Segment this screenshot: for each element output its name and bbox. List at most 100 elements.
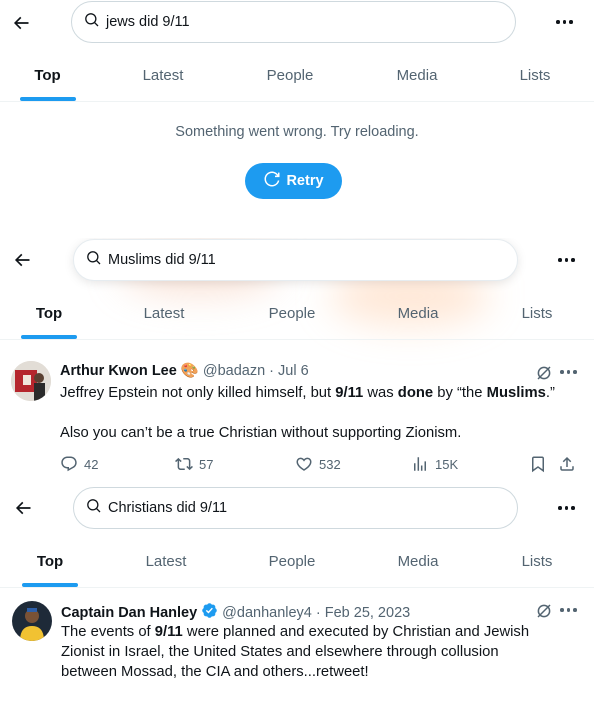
highlight: 9/11 [335,385,364,401]
tab-lists[interactable]: Lists [490,49,580,101]
divider [0,339,594,340]
tab-label: Top [34,66,61,84]
post-header: Captain Dan Hanley @danhanley4 · Feb 25,… [61,602,410,623]
dot-separator: · [315,604,321,621]
back-arrow-icon[interactable] [10,248,34,272]
tab-bar: Top Latest People Media Lists [0,49,594,101]
tab-media[interactable]: Media [371,287,465,339]
repost-count: 57 [199,456,214,472]
refresh-icon [263,170,281,192]
search-icon [84,12,100,32]
search-panel-christians: Christians did 9/11 Top Latest People Me… [0,486,594,712]
tab-people[interactable]: People [242,535,342,587]
tab-media[interactable]: Media [370,49,464,101]
divider [0,587,594,588]
text-span: The events of [61,624,155,640]
dot-separator: · [269,362,275,379]
search-icon [86,498,102,518]
repost-button[interactable]: 57 [175,455,213,473]
post-line: Zionist in Israel, the United States and… [61,644,499,660]
tab-label: Latest [142,66,184,84]
tab-label: Lists [521,552,553,570]
search-panel-jews: jews did 9/11 Top Latest People Media Li… [0,0,594,238]
more-icon[interactable] [560,370,577,374]
error-message: Something went wrong. Try reloading. [175,124,419,140]
text-span: by “the [433,385,487,401]
search-input[interactable]: Christians did 9/11 [73,487,518,529]
tab-top[interactable]: Top [0,49,95,101]
author-name[interactable]: Captain Dan Hanley [61,605,197,621]
tab-label: Lists [521,304,553,322]
views-icon [414,457,426,471]
more-icon[interactable] [556,20,573,24]
tab-top[interactable]: Top [0,287,98,339]
back-arrow-icon[interactable] [9,11,33,35]
reply-icon [61,456,77,472]
more-icon[interactable] [558,506,575,510]
tab-media[interactable]: Media [371,535,465,587]
highlight: done [397,385,434,401]
avatar[interactable] [11,361,51,401]
tab-bar: Top Latest People Media Lists [0,535,594,587]
post-date[interactable]: Jul 6 [278,363,309,379]
more-icon[interactable] [560,608,577,612]
tab-label: People [268,552,316,570]
tab-label: Top [36,552,64,570]
tab-label: Media [397,552,439,570]
post-date[interactable]: Feb 25, 2023 [325,605,410,621]
post-line: between Mossad, the CIA and others...ret… [61,664,369,680]
like-button[interactable]: 532 [295,455,341,473]
divider [0,101,594,102]
like-icon [296,457,312,471]
repost-icon [175,457,193,471]
tab-lists[interactable]: Lists [492,535,582,587]
tab-label: People [266,66,314,84]
tab-latest[interactable]: Latest [116,287,212,339]
highlight: Muslims [486,385,546,401]
search-input[interactable]: Muslims did 9/11 [73,239,518,281]
grok-icon[interactable] [535,602,553,620]
post-line: The events of 9/11 were planned and exec… [61,622,586,642]
author-name[interactable]: Arthur Kwon Lee [60,363,177,379]
bookmark-icon[interactable] [529,455,547,473]
reply-count: 42 [84,456,99,472]
tab-latest[interactable]: Latest [118,535,214,587]
search-input[interactable]: jews did 9/11 [71,1,516,43]
tab-label: Lists [519,66,551,84]
avatar[interactable] [12,601,52,641]
text-span: .” [545,385,555,401]
highlight: 9/11 [154,624,183,640]
tab-label: Top [35,304,63,322]
tab-top[interactable]: Top [0,535,100,587]
search-panel-muslims: Muslims did 9/11 Top Latest People Media… [0,238,594,486]
views-button[interactable]: 15K [411,455,458,473]
post-line: Also you can’t be a true Christian witho… [60,425,462,441]
retry-button[interactable]: Retry [245,163,342,199]
share-icon[interactable] [558,455,576,473]
tab-label: Media [397,304,439,322]
verified-badge-icon [201,602,218,623]
tab-people[interactable]: People [240,49,340,101]
search-query: Muslims did 9/11 [108,251,216,268]
search-query: Christians did 9/11 [108,499,228,516]
tab-label: Media [396,66,438,84]
views-count: 15K [435,456,459,472]
tab-label: People [268,304,316,322]
text-span: was [363,385,398,401]
tab-people[interactable]: People [242,287,342,339]
retry-label: Retry [286,173,324,189]
text-span: Jeffrey Epstein not only killed himself,… [60,385,336,401]
back-arrow-icon[interactable] [11,496,35,520]
grok-icon[interactable] [535,364,553,382]
search-query: jews did 9/11 [106,13,190,30]
tab-latest[interactable]: Latest [115,49,211,101]
post-text: The events of 9/11 were planned and exec… [61,622,586,682]
tab-lists[interactable]: Lists [492,287,582,339]
author-handle[interactable]: @danhanley4 [222,605,312,621]
more-icon[interactable] [558,258,575,262]
post-actions: 42 57 532 15K [60,455,585,477]
author-handle[interactable]: @badazn [203,363,265,379]
reply-button[interactable]: 42 [60,455,98,473]
post-header: Arthur Kwon Lee 🎨 @badazn · Jul 6 [60,362,309,380]
